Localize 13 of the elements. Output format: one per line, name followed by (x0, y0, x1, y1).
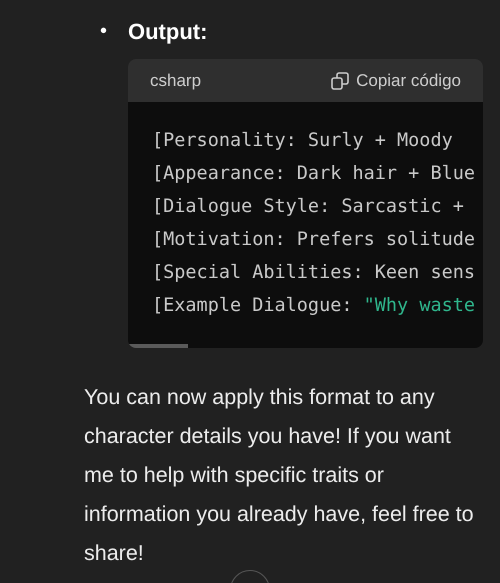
copy-code-button[interactable]: Copiar código (330, 68, 461, 94)
horizontal-scrollbar[interactable] (128, 344, 188, 348)
code-line: [Example Dialogue: "Why waste (152, 294, 476, 318)
message-paragraph: You can now apply this format to any character details you have! If you want me to help with specific traits or information you already have, feel free to share! (84, 384, 475, 567)
bullet-marker: • (100, 19, 108, 44)
code-line: [Appearance: Dark hair + Blue (152, 162, 476, 186)
language-label: csharp (150, 70, 202, 92)
output-heading: Output: (128, 18, 208, 46)
code-line: [Personality: Surly + Moody (152, 129, 454, 153)
copy-icon (330, 70, 350, 90)
code-line: [Special Abilities: Keen sens (152, 261, 476, 285)
code-line: [Dialogue Style: Sarcastic + (152, 195, 465, 219)
code-line: [Motivation: Prefers solitude (152, 228, 476, 252)
